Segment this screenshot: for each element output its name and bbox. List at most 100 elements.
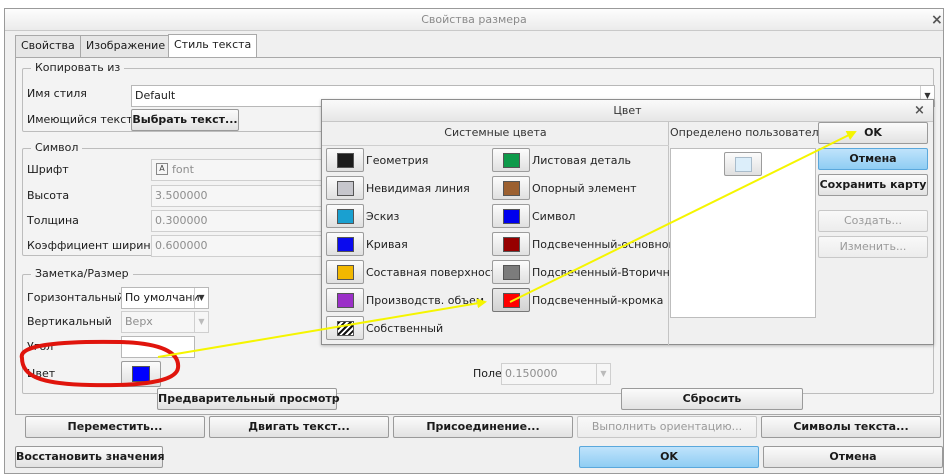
move-text-button[interactable]: Двигать текст... [209, 416, 389, 438]
color-option-swatch [503, 153, 520, 168]
modify-color-button[interactable]: Изменить... [818, 236, 928, 258]
color-option-label: Символ [532, 210, 576, 223]
color-dialog-title-bar: Цвет [322, 100, 933, 122]
field-value: 0.150000 [505, 367, 558, 380]
text-symbols-button[interactable]: Символы текста... [761, 416, 941, 438]
color-option-label: Геометрия [366, 154, 429, 167]
tab-label: Стиль текста [174, 38, 252, 51]
width-factor-field[interactable]: 0.600000 [151, 235, 323, 257]
field-select[interactable]: 0.150000 ▼ [501, 363, 611, 385]
color-option-swatch [337, 153, 354, 168]
choose-text-button[interactable]: Выбрать текст... [131, 109, 239, 131]
attachment-button[interactable]: Присоединение... [393, 416, 573, 438]
cancel-button[interactable]: Отмена [763, 446, 943, 468]
color-option-label: Листовая деталь [532, 154, 631, 167]
color-option-button[interactable] [326, 260, 364, 284]
chevron-down-icon[interactable]: ▼ [194, 312, 208, 332]
horizontal-select[interactable]: По умолчани ▼ [121, 287, 209, 309]
color-option-button[interactable] [326, 288, 364, 312]
color-option-button[interactable] [326, 176, 364, 200]
vertical-value: Верх [125, 315, 153, 328]
chevron-down-icon[interactable]: ▼ [596, 364, 610, 384]
system-colors-header: Системные цвета [444, 126, 547, 139]
create-color-button[interactable]: Создать... [818, 210, 928, 232]
orientation-button[interactable]: Выполнить ориентацию... [577, 416, 757, 438]
tab-text-style[interactable]: Стиль текста [168, 34, 258, 58]
restore-values-button[interactable]: Восстановить значения [15, 446, 165, 468]
vertical-label: Вертикальный [27, 315, 112, 328]
color-cancel-button[interactable]: Отмена [818, 148, 928, 170]
font-value: font [172, 163, 194, 176]
color-option-button[interactable] [492, 176, 530, 200]
user-defined-header: Определено пользователем [670, 126, 834, 139]
color-option-swatch [337, 293, 354, 308]
dialog-title-bar: Свойства размера [5, 9, 943, 31]
color-option-swatch [337, 237, 354, 252]
color-option-label: Производств. объем [366, 294, 485, 307]
horizontal-value: По умолчани [125, 291, 200, 304]
color-option-swatch [503, 237, 520, 252]
user-defined-colors-list[interactable] [670, 148, 816, 318]
close-icon[interactable]: × [914, 104, 925, 118]
color-option-button[interactable] [492, 148, 530, 172]
color-option-label: Собственный [366, 322, 444, 335]
color-ok-button[interactable]: OK [818, 122, 928, 144]
header-divider [322, 145, 669, 146]
dialog-title: Свойства размера [421, 13, 527, 26]
font-field[interactable]: A font [151, 159, 323, 181]
height-field[interactable]: 3.500000 [151, 185, 323, 207]
field-label: Поле [473, 367, 502, 380]
color-label: Цвет [27, 367, 56, 380]
tab-label: Свойства [21, 39, 75, 52]
chevron-down-icon[interactable]: ▼ [194, 288, 208, 308]
system-colors-panel: Системные цвета Геометрия Невидимая линия… [322, 122, 686, 346]
angle-field[interactable] [121, 336, 195, 358]
user-color-swatch [735, 157, 752, 172]
height-label: Высота [27, 189, 70, 202]
color-option-swatch [503, 209, 520, 224]
color-option-button[interactable] [326, 204, 364, 228]
color-option-button[interactable] [326, 232, 364, 256]
tab-properties[interactable]: Свойства [15, 35, 81, 57]
horizontal-label: Горизонтальный [27, 291, 125, 304]
existing-text-label: Имеющийся текст [27, 113, 133, 126]
color-option-button[interactable] [326, 148, 364, 172]
thickness-field[interactable]: 0.300000 [151, 210, 323, 232]
user-color-button[interactable] [724, 152, 762, 176]
reset-button[interactable]: Сбросить [621, 388, 803, 410]
color-dialog-title: Цвет [613, 104, 642, 117]
color-button[interactable] [121, 361, 161, 387]
thickness-label: Толщина [27, 214, 79, 227]
color-option-swatch [503, 265, 520, 280]
color-option-button[interactable] [326, 316, 364, 340]
color-option-label: Подсвеченный-кромка [532, 294, 664, 307]
width-factor-label: Коэффициент ширины [27, 239, 160, 252]
tab-display[interactable]: Изображение [80, 35, 172, 57]
close-icon[interactable]: × [931, 13, 943, 27]
save-map-button[interactable]: Сохранить карту [818, 174, 928, 196]
color-option-label: Невидимая линия [366, 182, 470, 195]
color-option-swatch [337, 321, 354, 336]
group-title: Символ [31, 141, 83, 154]
color-option-button[interactable] [492, 288, 530, 312]
color-option-button[interactable] [492, 232, 530, 256]
color-option-swatch [503, 293, 520, 308]
tab-label: Изображение [86, 39, 166, 52]
color-option-button[interactable] [492, 204, 530, 228]
color-option-label: Составная поверхность [366, 266, 504, 279]
color-option-label: Подсвеченный-основной [532, 238, 676, 251]
color-option-label: Эскиз [366, 210, 400, 223]
ok-button[interactable]: OK [579, 446, 759, 468]
vertical-select[interactable]: Верх ▼ [121, 311, 209, 333]
style-name-label: Имя стиля [27, 87, 87, 100]
color-option-swatch [337, 181, 354, 196]
color-option-button[interactable] [492, 260, 530, 284]
color-swatch [132, 366, 150, 382]
group-title: Заметка/Размер [31, 267, 133, 280]
color-option-label: Кривая [366, 238, 408, 251]
move-button[interactable]: Переместить... [25, 416, 205, 438]
preview-button[interactable]: Предварительный просмотр [157, 388, 340, 410]
angle-label: Угол [27, 340, 54, 353]
color-option-label: Подсвеченный-Вторичный [532, 266, 686, 279]
color-dialog: Цвет × Системные цвета Геометрия Невидима… [321, 99, 934, 346]
